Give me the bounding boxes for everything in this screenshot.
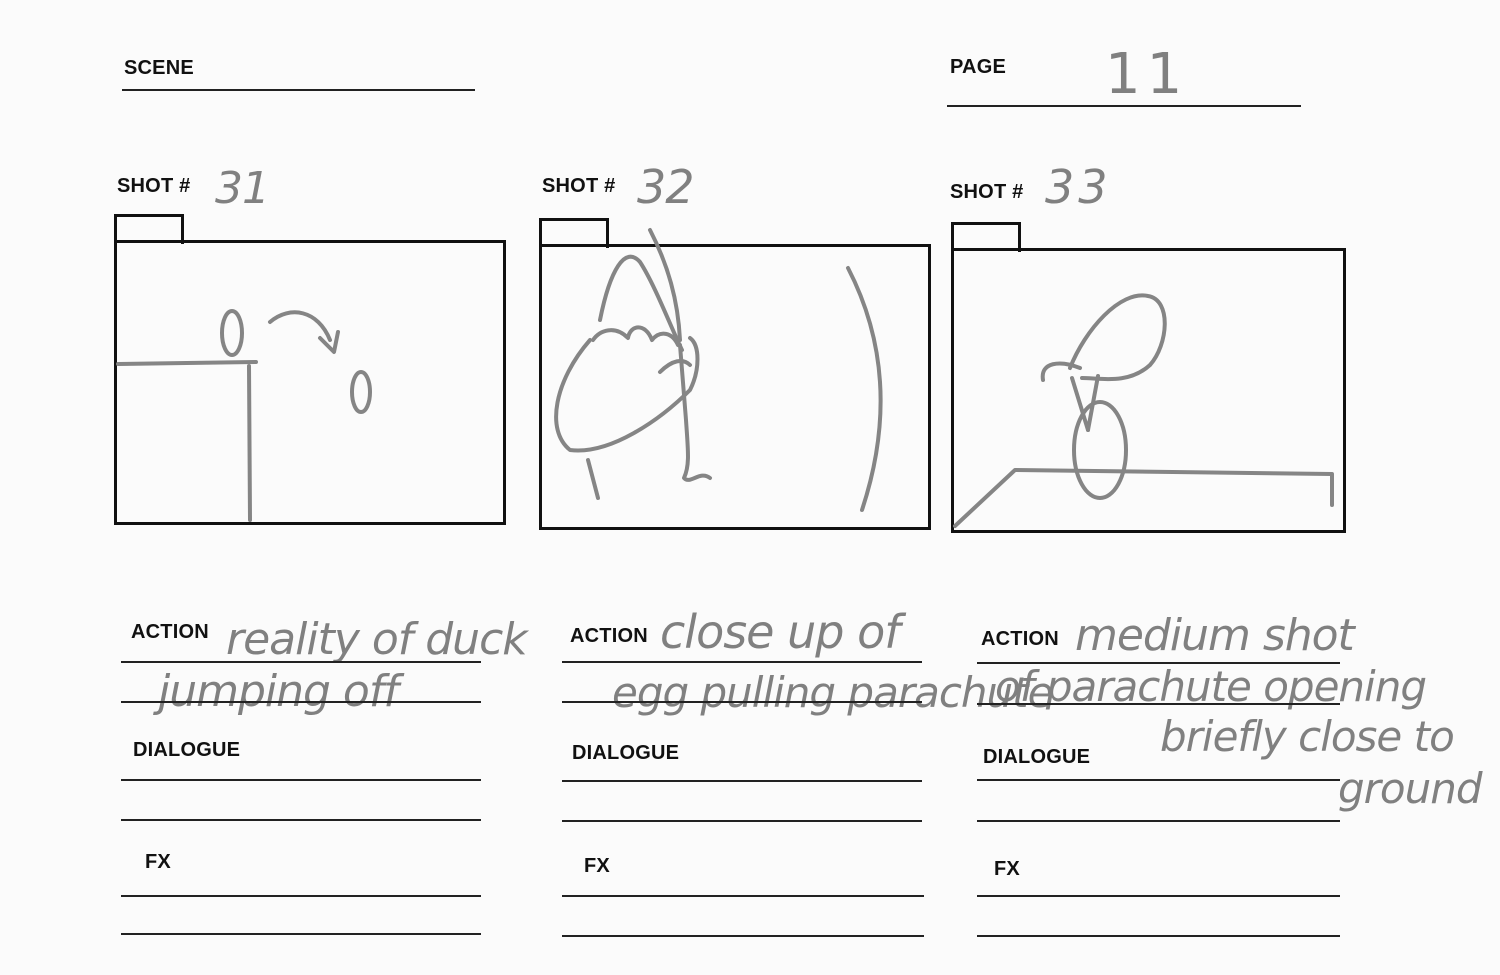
shot-number: 31 (215, 163, 270, 214)
fx-line-2 (977, 935, 1340, 937)
action-label: ACTION (981, 628, 1059, 650)
scene-label: SCENE (124, 57, 194, 79)
dialogue-line-2 (121, 819, 481, 821)
dialogue-label: DIALOGUE (133, 739, 241, 761)
action-line-2 (562, 701, 922, 703)
dialogue-line-1 (977, 779, 1340, 781)
action-text-line-2: jumping off (158, 666, 399, 717)
dialogue-line-2 (977, 820, 1340, 822)
fx-line-1 (977, 895, 1340, 897)
shot-number: 33 (1045, 160, 1112, 214)
shot-label: SHOT # (117, 175, 191, 197)
action-text-line-1: reality of duck (226, 614, 528, 665)
shot-number: 32 (637, 160, 695, 214)
fx-line-2 (121, 933, 481, 935)
dialogue-line-1 (562, 780, 922, 782)
action-line-1 (977, 662, 1340, 664)
fx-label: FX (994, 858, 1020, 880)
page-number: 11 (1105, 42, 1189, 107)
action-line-2 (977, 703, 1340, 705)
action-line-2 (121, 701, 481, 703)
fx-line-1 (562, 895, 924, 897)
dialogue-line-2 (562, 820, 922, 822)
action-text-line-4: ground (1338, 764, 1483, 813)
shot-label: SHOT # (542, 175, 616, 197)
sketch-frame (951, 248, 1346, 533)
action-text-line-3: briefly close to (1160, 712, 1455, 761)
action-text-line-1: close up of (660, 605, 900, 659)
action-text-line-1: medium shot (1075, 610, 1355, 661)
dialogue-line-1 (121, 779, 481, 781)
fx-label: FX (584, 855, 610, 877)
action-line-1 (562, 661, 922, 663)
sketch-frame (114, 240, 506, 525)
shot-label: SHOT # (950, 181, 1024, 203)
dialogue-label: DIALOGUE (572, 742, 680, 764)
action-line-1 (121, 661, 481, 663)
action-label: ACTION (131, 621, 209, 643)
fx-line-1 (121, 895, 481, 897)
page-label: PAGE (950, 56, 1006, 78)
fx-line-2 (562, 935, 924, 937)
fx-label: FX (145, 851, 171, 873)
sketch-frame (539, 244, 931, 530)
storyboard-sheet: SCENE PAGE 11 SHOT # 31 ACTION reality o… (0, 0, 1500, 975)
page-field-line (947, 105, 1301, 107)
dialogue-label: DIALOGUE (983, 746, 1091, 768)
action-label: ACTION (570, 625, 648, 647)
scene-field-line (122, 89, 475, 91)
action-text-line-2: egg pulling parachute (612, 668, 1053, 717)
